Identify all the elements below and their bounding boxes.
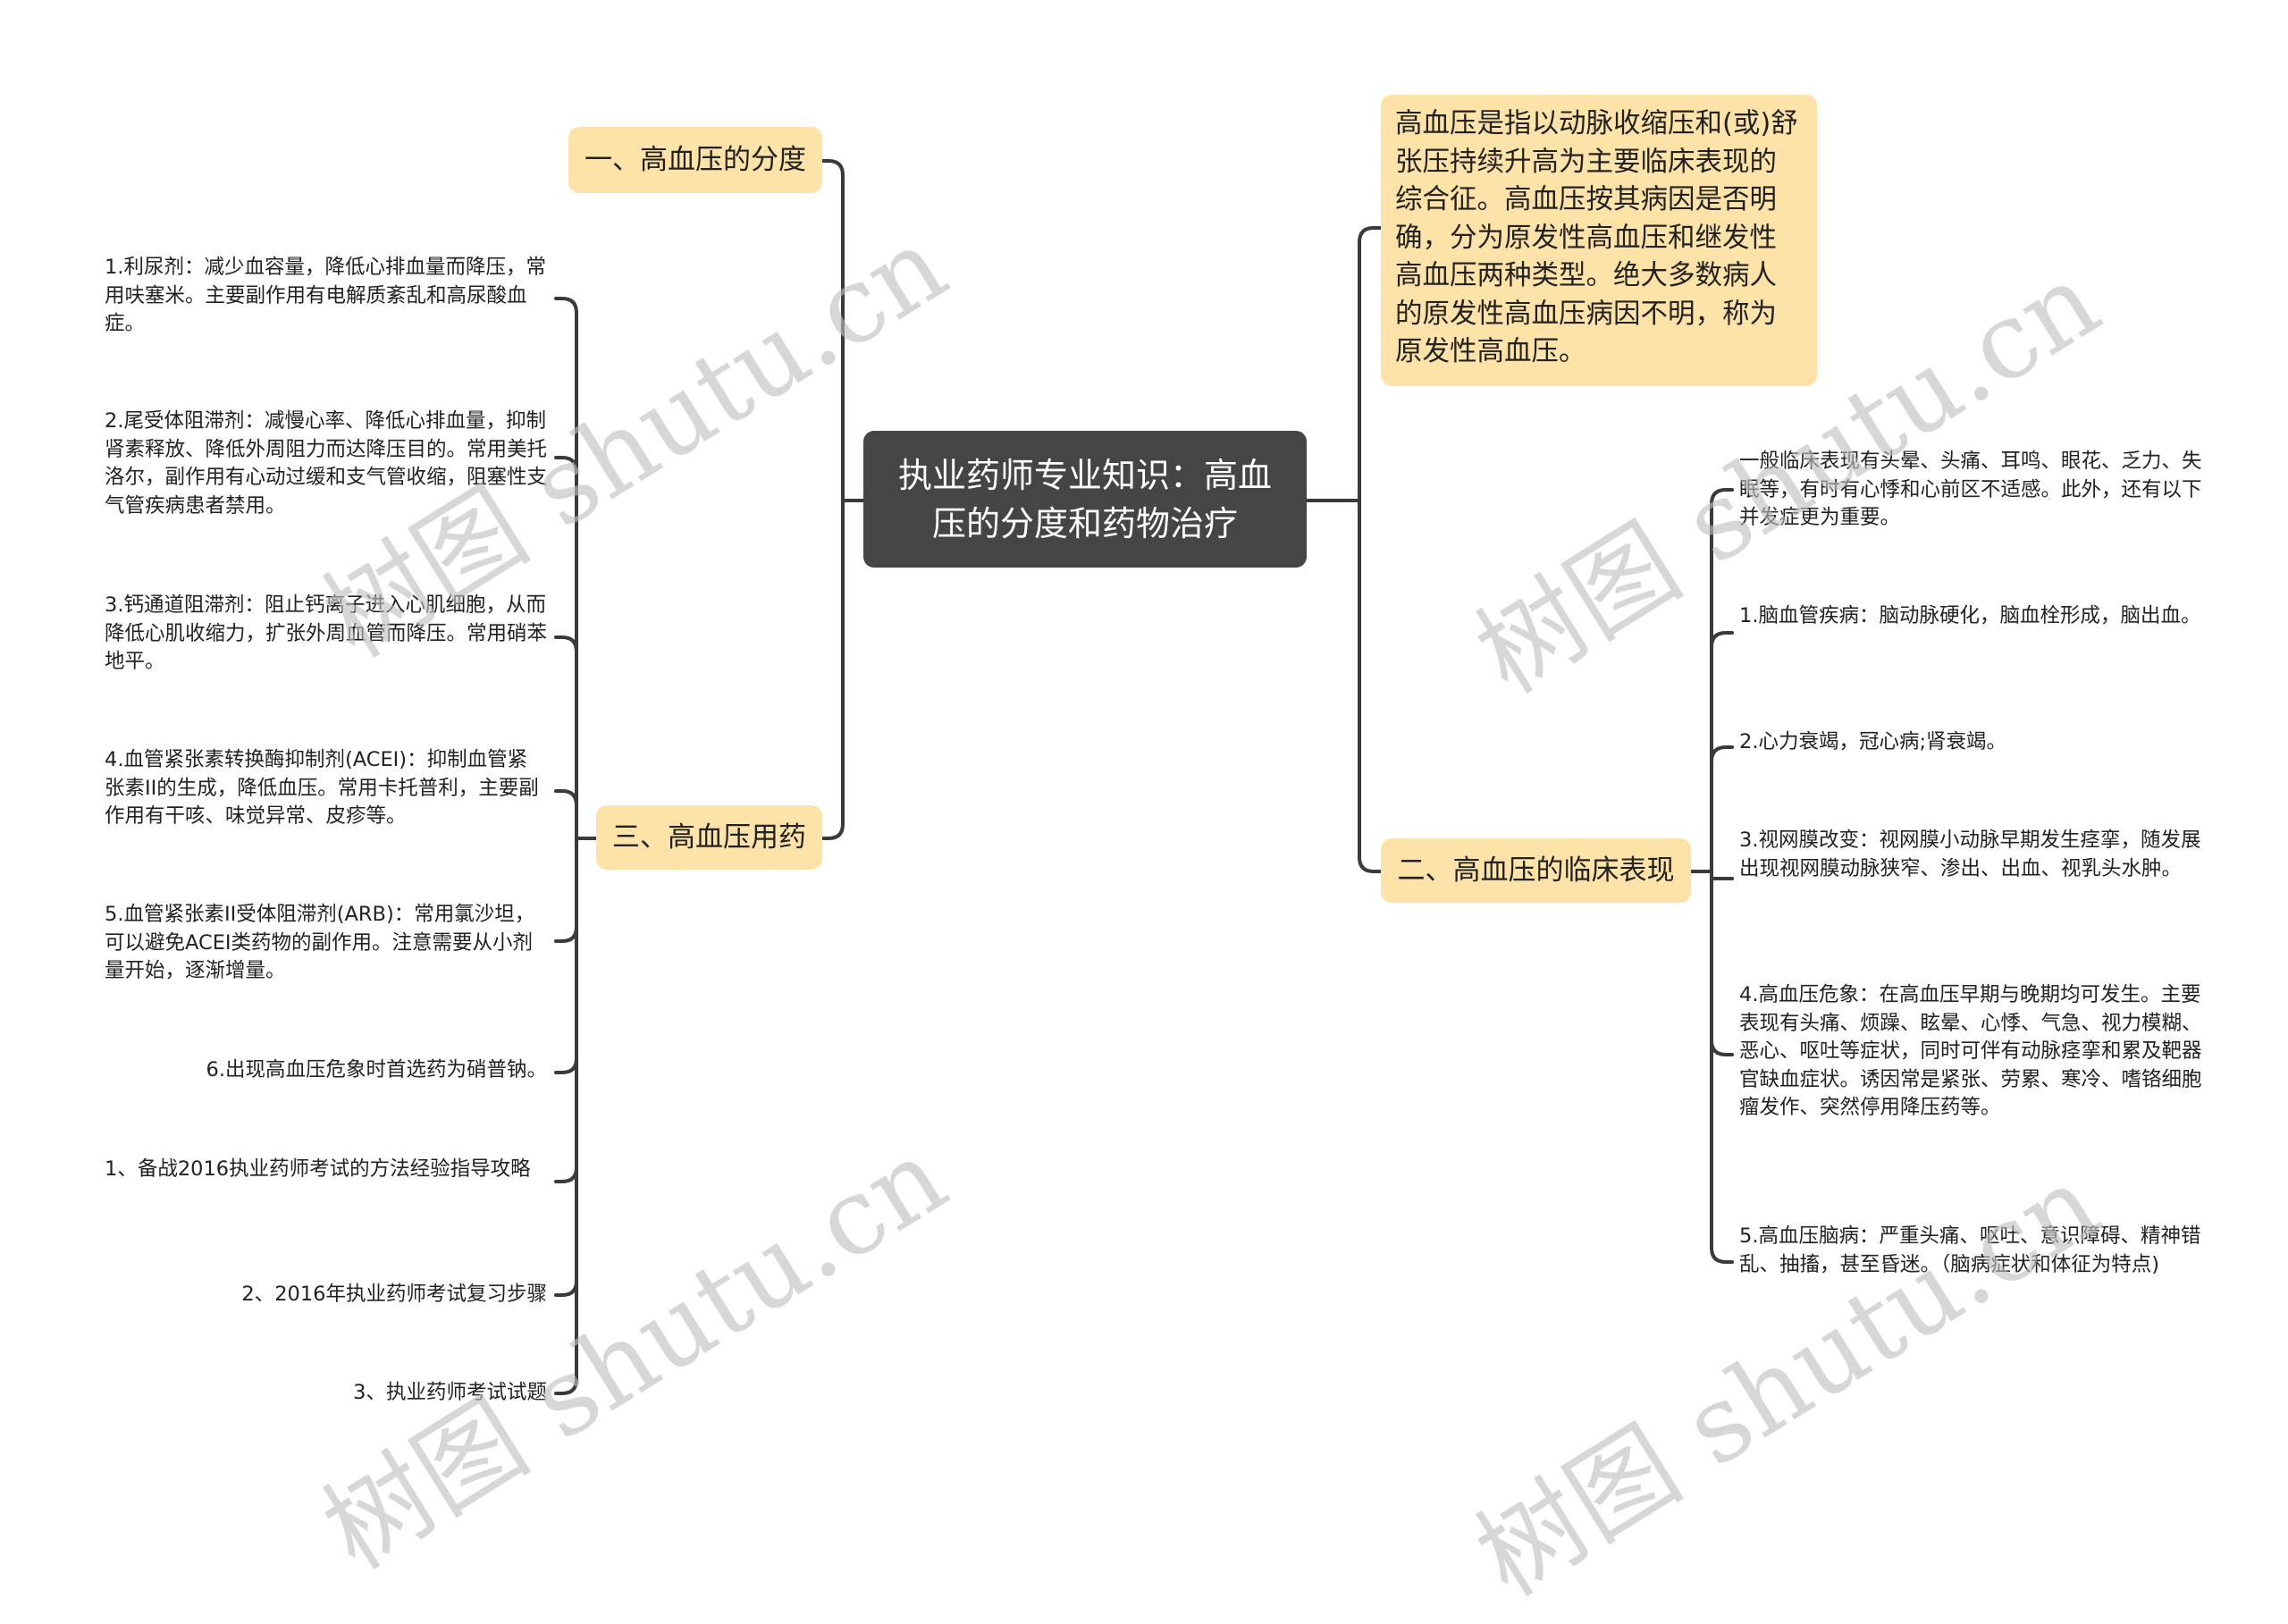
drug-item-crisis[interactable]: 6.出现高血压危象时首选药为硝普钠。 <box>105 1056 547 1085</box>
drug-item-arb[interactable]: 5.血管紧张素II受体阻滞剂(ARB)：常用氯沙坦，可以避免ACEI类药物的副作… <box>105 901 547 986</box>
drug-item-ccb[interactable]: 3.钙通道阻滞剂：阻止钙离子进入心肌细胞，从而降低心肌收缩力，扩张外周血管而降压… <box>105 592 547 677</box>
topic-clinical[interactable]: 二、高血压的临床表现 <box>1381 838 1691 903</box>
drug-item-diuretic[interactable]: 1.利尿剂：减少血容量，降低心排血量而降压，常用呋塞米。主要副作用有电解质紊乱和… <box>105 254 547 339</box>
connector-clin-4 <box>1710 870 1734 1056</box>
connector-link-3 <box>554 837 578 1395</box>
connector-clin-2 <box>1710 745 1734 873</box>
definition-text: 高血压是指以动脉收缩压和(或)舒张压持续升高为主要临床表现的综合征。高血压按其病… <box>1395 108 1798 367</box>
connector-clin-5 <box>1710 870 1734 1264</box>
clinical-item-cerebrovascular[interactable]: 1.脑血管疾病：脑动脉硬化，脑血栓形成，脑出血。 <box>1739 602 2204 631</box>
related-link-3[interactable]: 3、执业药师考试试题 <box>105 1379 547 1408</box>
topic-drugs-label: 三、高血压用药 <box>612 821 806 854</box>
connector-drug-4 <box>554 789 578 840</box>
connector-drug-3 <box>554 635 578 840</box>
related-link-2[interactable]: 2、2016年执业药师考试复习步骤 <box>105 1281 547 1309</box>
clinical-item-encephalopathy[interactable]: 5.高血压脑病：严重头痛、呕吐、意识障碍、精神错乱、抽搐，甚至昏迷。（脑病症状和… <box>1739 1223 2204 1279</box>
root-topic[interactable]: 执业药师专业知识：高血压的分度和药物治疗 <box>863 431 1307 568</box>
connector-clin-0 <box>1710 488 1734 873</box>
topic-drugs[interactable]: 三、高血压用药 <box>596 805 822 870</box>
connector-to-clinical <box>1358 499 1383 873</box>
connector-clin-3 <box>1710 870 1734 880</box>
clinical-item-heart-failure[interactable]: 2.心力衰竭，冠心病;肾衰竭。 <box>1739 728 2204 757</box>
connector-drug-6 <box>554 837 578 1074</box>
connector-drug-1 <box>554 297 578 840</box>
mind-map-canvas: 执业药师专业知识：高血压的分度和药物治疗 一、高血压的分度 三、高血压用药 高血… <box>0 0 2288 1620</box>
connector-to-grading <box>820 159 845 502</box>
connector-to-definition <box>1358 226 1383 502</box>
connector-drug-5 <box>554 837 578 943</box>
connector-drug-2 <box>554 456 578 840</box>
connector-to-drugs <box>820 499 845 840</box>
drug-item-beta-blocker[interactable]: 2.尾受体阻滞剂：减慢心率、降低心排血量，抑制肾素释放、降低外周阻力而达降压目的… <box>105 408 547 520</box>
clinical-item-crisis[interactable]: 4.高血压危象：在高血压早期与晚期均可发生。主要表现有头痛、烦躁、眩晕、心悸、气… <box>1739 981 2204 1123</box>
root-title: 执业药师专业知识：高血压的分度和药物治疗 <box>897 455 1272 543</box>
drug-item-acei[interactable]: 4.血管紧张素转换酶抑制剂(ACEI)：抑制血管紧张素II的生成，降低血压。常用… <box>105 746 547 831</box>
clinical-item-retina[interactable]: 3.视网膜改变：视网膜小动脉早期发生痉挛，随发展出现视网膜动脉狭窄、渗出、出血、… <box>1739 827 2204 883</box>
connector-link-1 <box>554 837 578 1183</box>
related-link-1[interactable]: 1、备战2016执业药师考试的方法经验指导攻略 <box>105 1156 547 1184</box>
topic-grading-label: 一、高血压的分度 <box>585 144 806 176</box>
topic-clinical-label: 二、高血压的临床表现 <box>1397 854 1675 887</box>
topic-grading[interactable]: 一、高血压的分度 <box>568 127 822 193</box>
topic-definition[interactable]: 高血压是指以动脉收缩压和(或)舒张压持续升高为主要临床表现的综合征。高血压按其病… <box>1381 95 1817 386</box>
clinical-item-general[interactable]: 一般临床表现有头晕、头痛、耳鸣、眼花、乏力、失眠等，有时有心悸和心前区不适感。此… <box>1739 448 2204 533</box>
